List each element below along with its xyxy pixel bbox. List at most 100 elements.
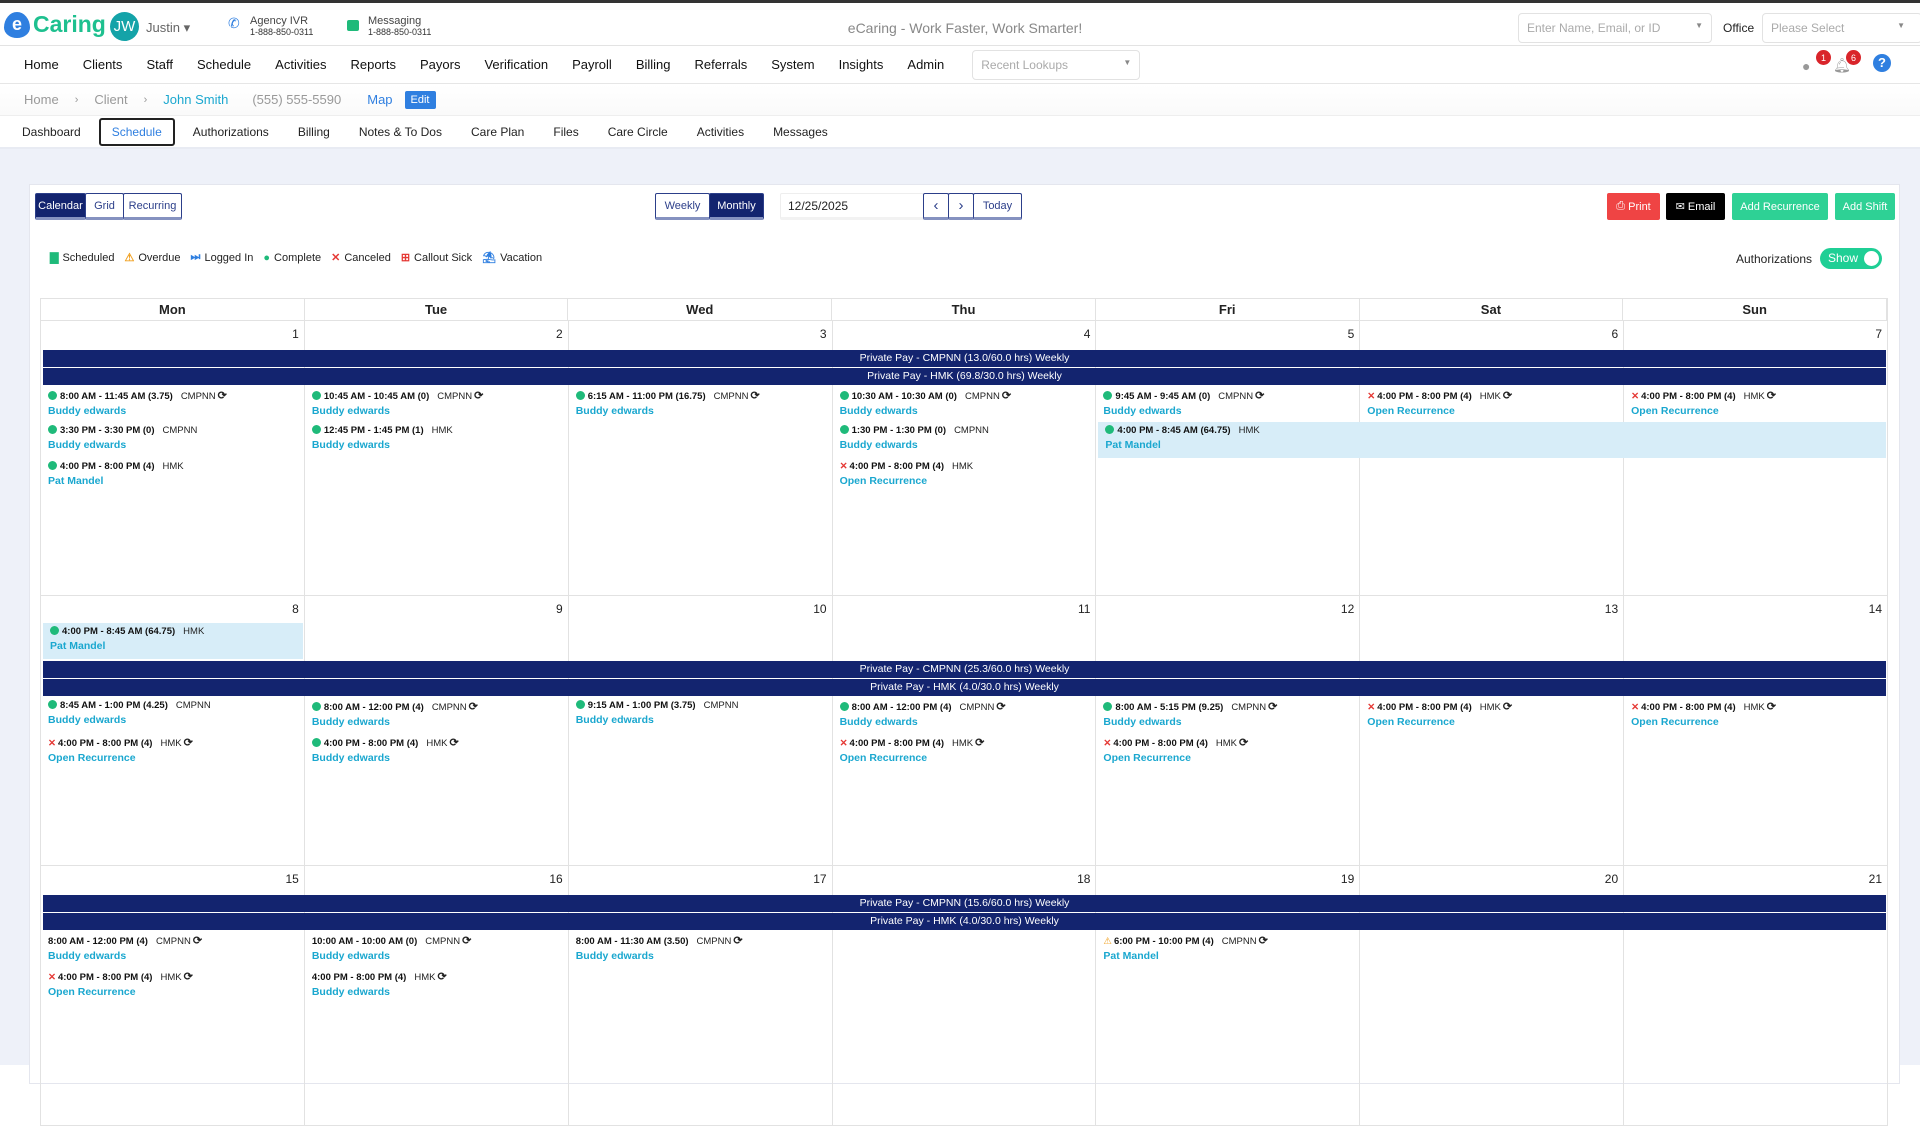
day-number[interactable]: 21 <box>1624 866 1888 893</box>
global-search-input[interactable]: Enter Name, Email, or ID ▼ <box>1518 13 1712 43</box>
caregiver-link[interactable]: Open Recurrence <box>1631 405 1881 417</box>
caregiver-link[interactable]: Buddy edwards <box>48 950 298 962</box>
shift-event[interactable]: ✕ 4:00 PM - 8:00 PM (4) HMK ⟳ Open Recurrenc… <box>1624 386 1888 422</box>
caregiver-link[interactable]: Buddy edwards <box>1103 716 1353 728</box>
day-number[interactable]: 6 <box>1360 321 1624 348</box>
nav-referrals[interactable]: Referrals <box>695 57 748 72</box>
authorization-bar[interactable]: Private Pay - HMK (69.8/30.0 hrs) Weekly <box>43 368 1886 385</box>
shift-event[interactable]: 8:45 AM - 1:00 PM (4.25) CMPNN Buddy edwar… <box>41 697 305 733</box>
tab-care-plan[interactable]: Care Plan <box>471 120 524 144</box>
caregiver-link[interactable]: Buddy edwards <box>312 986 562 998</box>
shift-event[interactable]: 4:00 PM - 8:45 AM (64.75) HMK Pat Mandel <box>1098 422 1886 458</box>
caregiver-link[interactable]: Buddy edwards <box>312 439 562 451</box>
caregiver-link[interactable]: Buddy edwards <box>48 439 298 451</box>
prev-button[interactable]: ‹ <box>923 193 949 220</box>
nav-home[interactable]: Home <box>24 57 59 72</box>
caregiver-link[interactable]: Pat Mandel <box>48 475 298 487</box>
shift-event[interactable]: ✕ 4:00 PM - 8:00 PM (4) HMK ⟳ Open Recurrenc… <box>41 967 305 1003</box>
nav-payroll[interactable]: Payroll <box>572 57 612 72</box>
day-number[interactable]: 2 <box>305 321 569 348</box>
caregiver-link[interactable]: Open Recurrence <box>840 752 1090 764</box>
today-button[interactable]: Today <box>973 193 1022 220</box>
day-number[interactable]: 3 <box>569 321 833 348</box>
caregiver-link[interactable]: Open Recurrence <box>1367 405 1617 417</box>
nav-payors[interactable]: Payors <box>420 57 460 72</box>
authorization-bar[interactable]: Private Pay - CMPNN (13.0/60.0 hrs) Week… <box>43 350 1886 367</box>
shift-event[interactable]: 9:45 AM - 9:45 AM (0) CMPNN ⟳ Buddy edwards <box>1096 386 1360 422</box>
day-number[interactable]: 19 <box>1096 866 1360 893</box>
caregiver-link[interactable]: Buddy edwards <box>48 714 298 726</box>
day-number[interactable]: 16 <box>305 866 569 893</box>
caregiver-link[interactable]: Buddy edwards <box>840 716 1090 728</box>
shift-event[interactable]: ✕ 4:00 PM - 8:00 PM (4) HMK ⟳ Open Recurrenc… <box>1096 733 1360 769</box>
caregiver-link[interactable]: Buddy edwards <box>48 405 298 417</box>
shift-event[interactable]: 8:00 AM - 12:00 PM (4) CMPNN ⟳ Buddy edward… <box>833 697 1097 733</box>
caregiver-link[interactable]: Buddy edwards <box>312 716 562 728</box>
nav-reports[interactable]: Reports <box>350 57 396 72</box>
day-number[interactable]: 20 <box>1360 866 1624 893</box>
view-grid-button[interactable]: Grid <box>85 193 124 220</box>
add-shift-button[interactable]: Add Shift <box>1835 193 1895 220</box>
caregiver-link[interactable]: Open Recurrence <box>1367 716 1617 728</box>
nav-schedule[interactable]: Schedule <box>197 57 251 72</box>
nav-activities[interactable]: Activities <box>275 57 326 72</box>
shift-event[interactable]: 8:00 AM - 11:30 AM (3.50) CMPNN ⟳ Buddy edw… <box>569 931 833 967</box>
day-number[interactable]: 14 <box>1624 596 1888 623</box>
caregiver-link[interactable]: Open Recurrence <box>48 986 298 998</box>
view-recurring-button[interactable]: Recurring <box>123 193 182 220</box>
day-number[interactable]: 17 <box>569 866 833 893</box>
day-number[interactable]: 1 <box>41 321 305 348</box>
day-number[interactable]: 18 <box>833 866 1097 893</box>
help-icon[interactable]: ? <box>1873 54 1891 72</box>
shift-event[interactable]: 4:00 PM - 8:45 AM (64.75) HMK Pat Mandel <box>43 623 303 659</box>
monthly-button[interactable]: Monthly <box>709 193 764 220</box>
shift-event[interactable]: ✕ 4:00 PM - 8:00 PM (4) HMK ⟳ Open Recurrenc… <box>41 733 305 769</box>
tab-schedule[interactable]: Schedule <box>98 117 175 146</box>
shift-event[interactable]: ✕ 4:00 PM - 8:00 PM (4) HMK ⟳ Open Recurrenc… <box>1624 697 1888 733</box>
authorization-bar[interactable]: Private Pay - CMPNN (15.6/60.0 hrs) Week… <box>43 895 1886 912</box>
caregiver-link[interactable]: Buddy edwards <box>1103 405 1353 417</box>
tab-notes-to-dos[interactable]: Notes & To Dos <box>359 120 442 144</box>
day-number[interactable]: 13 <box>1360 596 1624 623</box>
caregiver-link[interactable]: Pat Mandel <box>1105 439 1879 451</box>
shift-event[interactable]: 8:00 AM - 5:15 PM (9.25) CMPNN ⟳ Buddy edwa… <box>1096 697 1360 733</box>
nav-staff[interactable]: Staff <box>146 57 173 72</box>
caregiver-link[interactable]: Pat Mandel <box>50 640 296 652</box>
authorization-bar[interactable]: Private Pay - HMK (4.0/30.0 hrs) Weekly <box>43 679 1886 696</box>
authorization-bar[interactable]: Private Pay - CMPNN (25.3/60.0 hrs) Week… <box>43 661 1886 678</box>
map-link[interactable]: Map <box>367 92 392 107</box>
print-button[interactable]: ⎙ Print <box>1607 193 1660 220</box>
shift-event[interactable]: 8:00 AM - 11:45 AM (3.75) CMPNN ⟳ Buddy edw… <box>41 386 305 422</box>
breadcrumb-client[interactable]: Client <box>94 92 127 107</box>
next-button[interactable]: › <box>948 193 974 220</box>
day-number[interactable]: 7 <box>1624 321 1888 348</box>
edit-button[interactable]: Edit <box>404 90 436 109</box>
nav-admin[interactable]: Admin <box>907 57 944 72</box>
view-calendar-button[interactable]: Calendar <box>35 193 86 220</box>
shift-event[interactable]: 8:00 AM - 12:00 PM (4) CMPNN ⟳ Buddy edward… <box>41 931 305 967</box>
email-button[interactable]: ✉ Email <box>1666 193 1725 220</box>
caregiver-link[interactable]: Buddy edwards <box>576 950 826 962</box>
day-number[interactable]: 9 <box>305 596 569 623</box>
tab-dashboard[interactable]: Dashboard <box>22 120 81 144</box>
day-number[interactable]: 4 <box>833 321 1097 348</box>
day-number[interactable]: 10 <box>569 596 833 623</box>
tab-files[interactable]: Files <box>553 120 578 144</box>
caregiver-link[interactable]: Buddy edwards <box>312 950 562 962</box>
nav-clients[interactable]: Clients <box>83 57 123 72</box>
tab-care-circle[interactable]: Care Circle <box>608 120 668 144</box>
caregiver-link[interactable]: Buddy edwards <box>576 714 826 726</box>
nav-verification[interactable]: Verification <box>484 57 548 72</box>
shift-event[interactable]: 4:00 PM - 8:00 PM (4) HMK ⟳ Buddy edwards <box>305 967 569 1003</box>
shift-event[interactable]: 10:00 AM - 10:00 AM (0) CMPNN ⟳ Buddy edwar… <box>305 931 569 967</box>
office-select[interactable]: Please Select ▼ <box>1762 13 1920 43</box>
caregiver-link[interactable]: Open Recurrence <box>1103 752 1353 764</box>
chat-icon[interactable]: ● <box>1802 58 1810 74</box>
caregiver-link[interactable]: Open Recurrence <box>1631 716 1881 728</box>
day-number[interactable]: 8 <box>41 596 305 623</box>
caregiver-link[interactable]: Open Recurrence <box>48 752 298 764</box>
nav-billing[interactable]: Billing <box>636 57 671 72</box>
caregiver-link[interactable]: Pat Mandel <box>1103 950 1353 962</box>
shift-event[interactable]: 4:00 PM - 8:00 PM (4) HMK ⟳ Buddy edwards <box>305 733 569 769</box>
caregiver-link[interactable]: Open Recurrence <box>840 475 1090 487</box>
